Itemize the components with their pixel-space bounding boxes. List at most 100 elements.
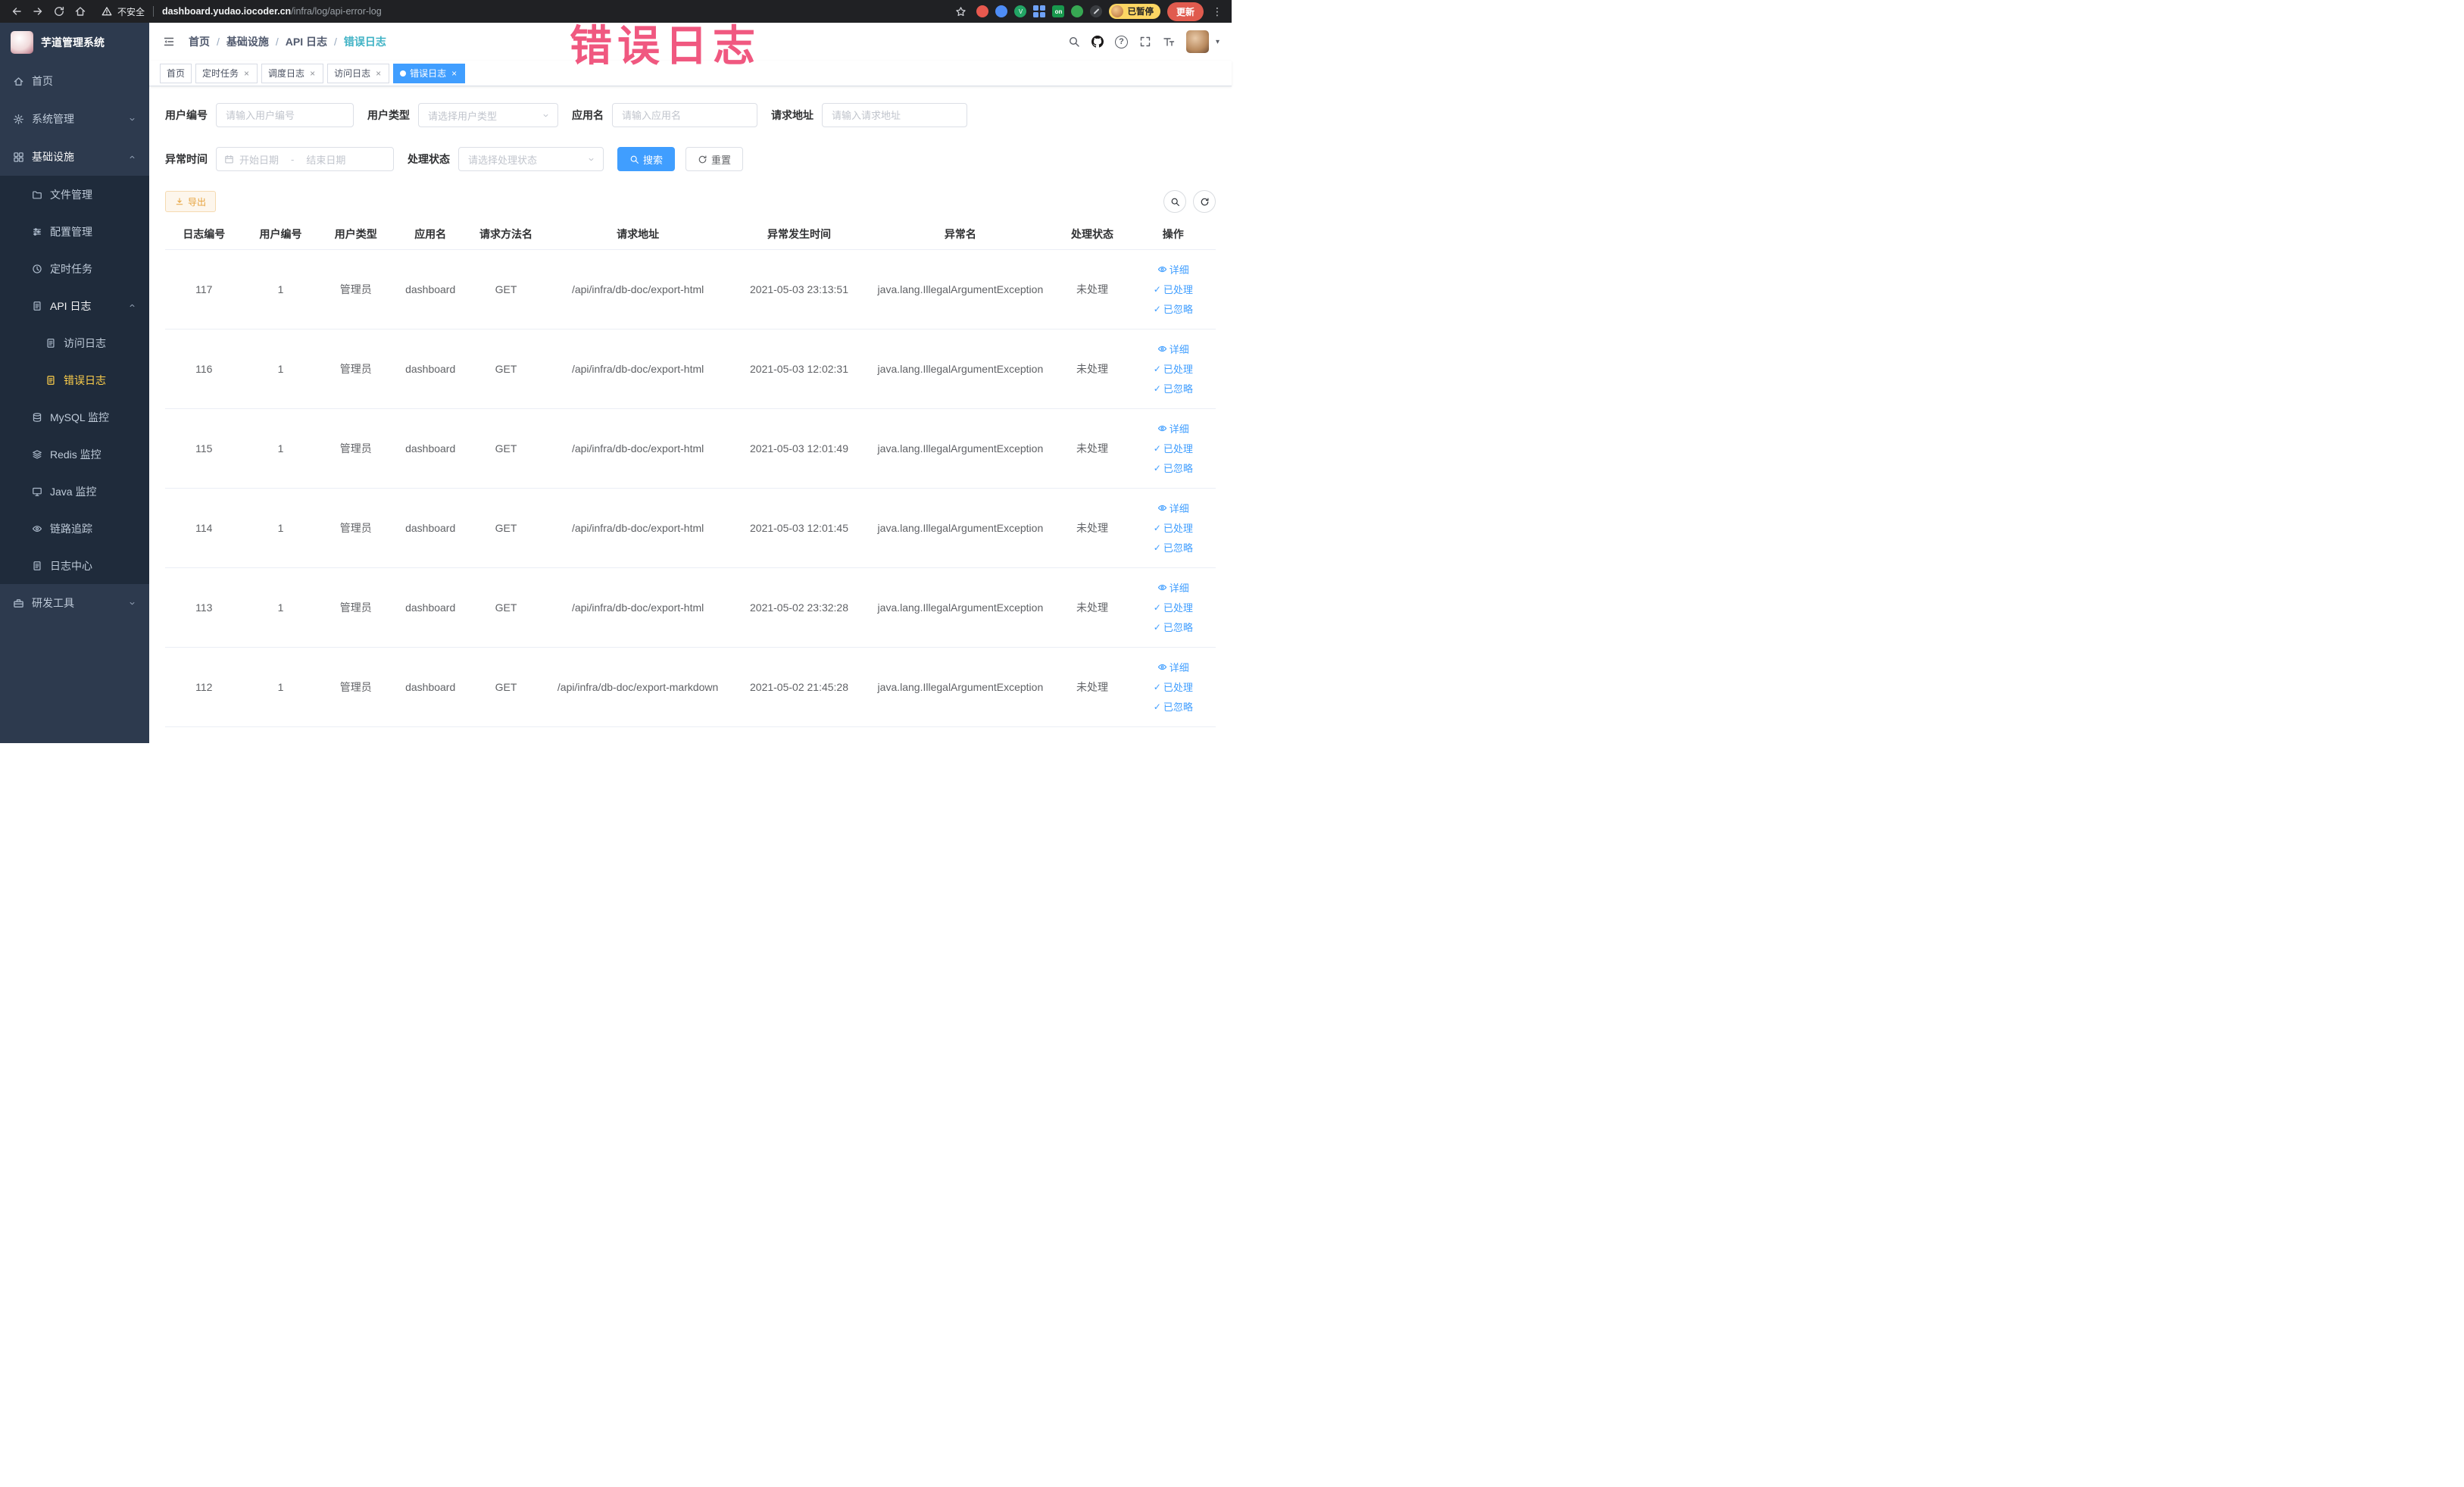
breadcrumb-home[interactable]: 首页 [189,34,210,49]
close-icon[interactable]: × [242,69,251,78]
sidebar-item-infra[interactable]: 基础设施 [0,138,149,176]
detail-link[interactable]: 详细 [1131,339,1216,359]
cell-request-url: /api/infra/db-doc/export-html [544,567,732,648]
detail-link[interactable]: 详细 [1131,260,1216,280]
sidebar-item-access-log[interactable]: 访问日志 [0,324,149,361]
app-name-input[interactable] [612,103,757,127]
reset-button[interactable]: 重置 [685,147,744,171]
sidebar-item-dev-tools[interactable]: 研发工具 [0,584,149,622]
help-icon[interactable]: ? [1114,35,1128,48]
ignored-link[interactable]: ✓ 已忽略 [1131,617,1216,637]
processed-link[interactable]: ✓ 已处理 [1131,280,1216,299]
user-type-select[interactable]: 请选择用户类型 [418,103,558,127]
sidebar-item-label: 定时任务 [50,262,92,275]
chrome-menu-icon[interactable]: ⋮ [1210,5,1224,18]
filter-user-type: 用户类型 请选择用户类型 [367,103,558,127]
column-header: 用户编号 [242,219,319,250]
browser-chrome: 不安全 dashboard.yudao.iocoder.cn/infra/log… [0,0,1232,23]
sidebar-item-java[interactable]: Java 监控 [0,473,149,510]
cell-app-name: dashboard [392,329,468,409]
detail-link[interactable]: 详细 [1131,498,1216,518]
home-icon[interactable] [71,2,89,20]
reload-icon[interactable] [50,2,68,20]
detail-link[interactable]: 详细 [1131,578,1216,598]
processed-link[interactable]: ✓ 已处理 [1131,439,1216,458]
font-size-icon[interactable] [1163,36,1175,48]
detail-link[interactable]: 详细 [1131,419,1216,439]
ignored-link[interactable]: ✓ 已忽略 [1131,299,1216,319]
fullscreen-icon[interactable] [1139,36,1151,48]
address-bar[interactable]: 不安全 dashboard.yudao.iocoder.cn/infra/log… [101,5,948,18]
document-icon [33,561,41,570]
github-icon[interactable] [1091,36,1104,48]
chevron-up-icon [130,155,135,158]
processed-link[interactable]: ✓ 已处理 [1131,598,1216,617]
sidebar-item-file[interactable]: 文件管理 [0,176,149,213]
ignored-link[interactable]: ✓ 已忽略 [1131,458,1216,478]
tab-job-log[interactable]: 调度日志 × [261,63,324,83]
tab-access-log[interactable]: 访问日志 × [327,63,390,83]
user-avatar[interactable] [1185,30,1209,53]
sidebar-item-system[interactable]: 系统管理 [0,100,149,138]
tab-scheduled-job[interactable]: 定时任务 × [195,63,258,83]
refresh-icon [1201,198,1208,205]
forward-icon[interactable] [29,2,47,20]
cell-time: 2021-05-02 21:45:28 [731,647,867,727]
extension-grid-icon[interactable] [1033,5,1046,17]
ignored-link-label: 已忽略 [1163,701,1193,713]
sidebar-item-trace[interactable]: 链路追踪 [0,510,149,547]
processed-link[interactable]: ✓ 已处理 [1131,359,1216,379]
request-url-input[interactable] [822,103,967,127]
processed-link-label: 已处理 [1163,364,1193,375]
caret-down-icon[interactable]: ▾ [1216,38,1220,46]
download-icon [176,198,183,205]
sidebar-item-log-center[interactable]: 日志中心 [0,547,149,584]
ignored-link[interactable]: ✓ 已忽略 [1131,379,1216,398]
cell-app-name: dashboard [392,488,468,568]
tab-label: 首页 [167,68,186,79]
processed-link[interactable]: ✓ 已处理 [1131,518,1216,538]
breadcrumb-infra[interactable]: 基础设施 [226,34,269,49]
sidebar-item-error-log[interactable]: 错误日志 [0,361,149,398]
ignored-link[interactable]: ✓ 已忽略 [1131,697,1216,717]
extension-icon[interactable]: V [1014,5,1027,17]
extension-leaf-icon[interactable] [1071,5,1084,17]
bookmark-star-icon[interactable] [951,2,970,20]
sidebar-toggle-icon[interactable] [160,33,178,51]
sidebar-item-config[interactable]: 配置管理 [0,213,149,250]
extension-tool-icon[interactable] [1090,5,1103,17]
filter-process-status: 处理状态 请选择处理状态 [408,147,604,171]
sidebar-item-job[interactable]: 定时任务 [0,250,149,287]
sidebar-item-api-log[interactable]: API 日志 [0,287,149,324]
process-status-select[interactable]: 请选择处理状态 [458,147,604,171]
export-button[interactable]: 导出 [165,191,217,212]
sidebar-item-home[interactable]: 首页 [0,62,149,100]
chevron-down-icon [130,117,135,120]
detail-link-label: 详细 [1169,503,1189,514]
extension-on-icon[interactable]: on [1052,5,1065,17]
tab-home[interactable]: 首页 [160,63,192,83]
ignored-link[interactable]: ✓ 已忽略 [1131,538,1216,558]
close-icon[interactable]: × [374,69,383,78]
update-button[interactable]: 更新 [1166,2,1204,21]
extension-icon[interactable] [976,5,989,17]
search-button[interactable]: 搜索 [617,147,676,171]
user-id-input[interactable] [216,103,354,127]
sidebar-item-redis[interactable]: Redis 监控 [0,436,149,473]
search-icon[interactable] [1068,36,1080,48]
cell-status: 未处理 [1054,249,1131,330]
tab-error-log[interactable]: 错误日志 × [393,63,466,83]
profile-paused-chip[interactable]: 已暂停 [1109,4,1160,19]
sidebar-item-mysql[interactable]: MySQL 监控 [0,398,149,436]
close-icon[interactable]: × [450,69,458,78]
breadcrumb-api-log[interactable]: API 日志 [286,34,327,49]
detail-link[interactable]: 详细 [1131,658,1216,677]
back-icon[interactable] [8,2,26,20]
close-icon[interactable]: × [308,69,317,78]
refresh-button[interactable] [1193,190,1216,213]
toggle-search-button[interactable] [1163,190,1186,213]
processed-link[interactable]: ✓ 已处理 [1131,677,1216,697]
app-logo[interactable]: 芋道管理系统 [0,23,149,62]
extension-icon[interactable] [995,5,1008,17]
exception-time-range-picker[interactable]: 开始日期 - 结束日期 [216,147,394,171]
